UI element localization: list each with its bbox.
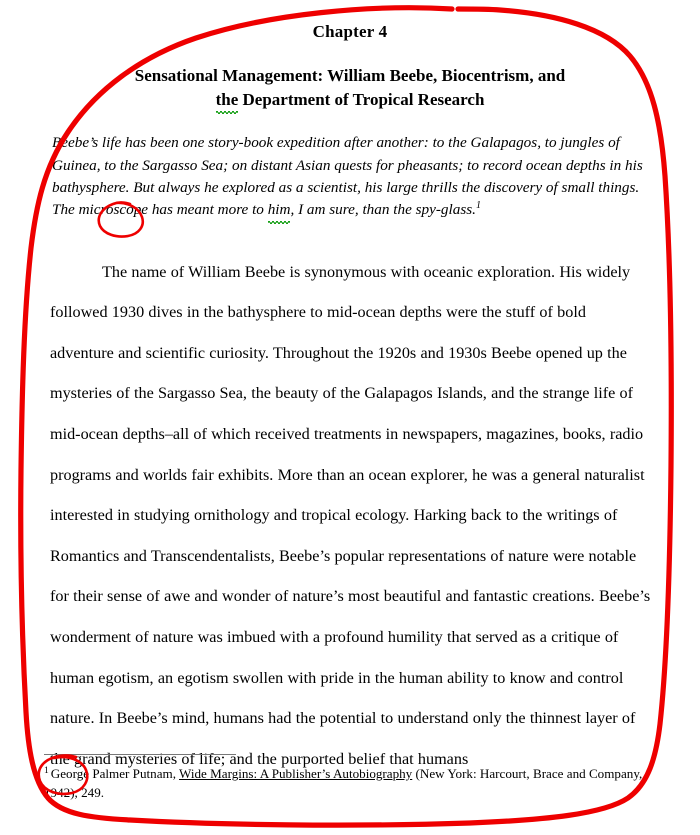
document-page: Chapter 4 Sensational Management: Willia… (0, 0, 700, 835)
footnote-number: 1 (44, 765, 49, 776)
footnote-author: George Palmer Putnam, (50, 766, 180, 781)
body-paragraph: The name of William Beebe is synonymous … (50, 262, 651, 768)
footnote-area: 1 George Palmer Putnam, Wide Margins: A P… (44, 754, 644, 802)
page-title-line-2-rest: Department of Tropical Research (238, 90, 485, 110)
epigraph-footnote-reference: 1 (475, 200, 481, 212)
footnote-book-title: Wide Margins: A Publisher’s Autobiograph… (179, 766, 413, 781)
grammar-squiggle-the: the (215, 88, 238, 115)
chapter-label: Chapter 4 (312, 22, 388, 41)
page-title-line-1: Sensational Management: William Beebe, B… (134, 66, 566, 85)
footnote-separator-rule (44, 754, 236, 755)
epigraph: Beebe’s life has been one story-book exp… (44, 132, 656, 225)
page-title-line-2: the Department of Tropical Research (215, 88, 485, 115)
epigraph-text-part-2: , I am sure, than the spy-glass. (290, 201, 476, 219)
footnote-entry: 1 George Palmer Putnam, Wide Margins: A P… (44, 764, 644, 802)
page-title: Sensational Management: William Beebe, B… (44, 64, 656, 115)
document-body: Chapter 4 Sensational Management: Willia… (0, 0, 700, 835)
grammar-squiggle-him: him (267, 199, 290, 225)
